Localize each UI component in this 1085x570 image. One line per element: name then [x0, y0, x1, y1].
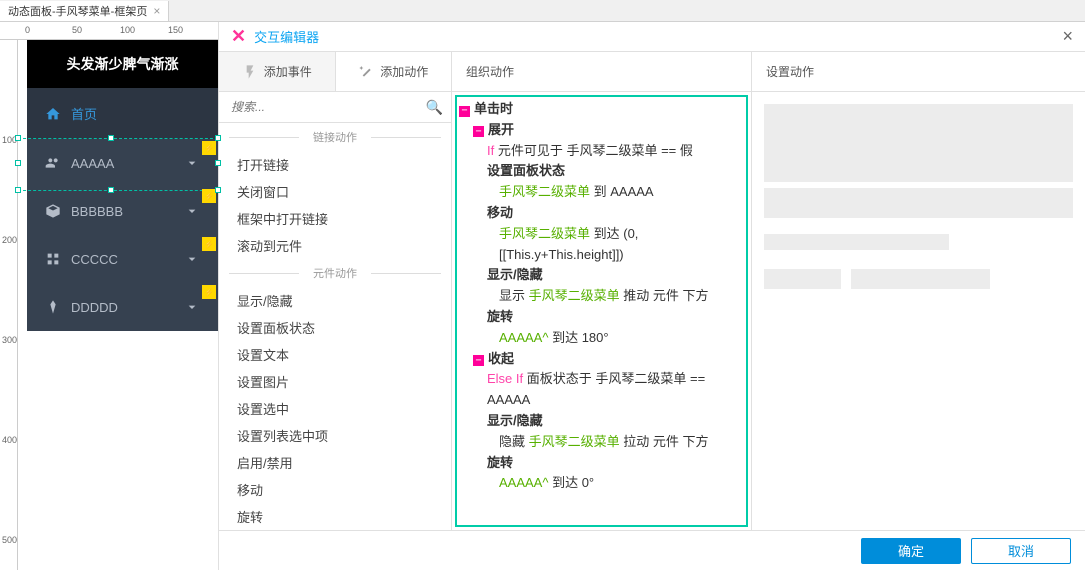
action-item[interactable]: 设置列表选中项	[219, 422, 451, 449]
action-item[interactable]: 启用/禁用	[219, 449, 451, 476]
chevron-down-icon	[184, 203, 200, 219]
grid-icon	[45, 251, 61, 267]
tab-add-action[interactable]: 添加动作	[335, 52, 452, 91]
users-icon	[45, 155, 61, 171]
bolt-icon: ⚡	[202, 285, 216, 299]
ruler-vertical: 100 200 300 400 500	[0, 40, 18, 570]
ok-button[interactable]: 确定	[861, 538, 961, 564]
menu-item-ddddd[interactable]: DDDDD ⚡	[27, 283, 218, 331]
ruler-horizontal: 0 50 100 150	[0, 22, 218, 40]
action-item[interactable]: 滚动到元件	[219, 232, 451, 259]
wand-icon	[358, 64, 374, 80]
organize-actions-header: 组织动作	[452, 52, 751, 92]
search-box: 🔍	[219, 92, 451, 123]
action-item[interactable]: 设置选中	[219, 395, 451, 422]
config-area	[752, 92, 1085, 310]
collapse-icon[interactable]: −	[459, 106, 470, 117]
close-icon[interactable]: ×	[1062, 26, 1073, 47]
action-item[interactable]: 框架中打开链接	[219, 205, 451, 232]
action-tree[interactable]: −单击时 −展开 If 元件可见于 手风琴二级菜单 == 假 设置面板状态 手风…	[455, 95, 748, 527]
lightning-icon	[242, 64, 258, 80]
bolt-icon: ⚡	[202, 189, 216, 203]
action-item[interactable]: 设置图片	[219, 368, 451, 395]
search-input[interactable]	[227, 96, 426, 118]
search-icon[interactable]: 🔍	[426, 99, 443, 116]
home-icon	[45, 106, 61, 122]
action-item[interactable]: 设置面板状态	[219, 314, 451, 341]
collapse-icon[interactable]: −	[473, 355, 484, 366]
cancel-button[interactable]: 取消	[971, 538, 1071, 564]
menu-title: 头发渐少脾气渐涨	[27, 40, 218, 88]
canvas: 0 50 100 150 100 200 300 400 500 头发渐少脾气渐…	[0, 22, 218, 570]
chevron-down-icon	[184, 155, 200, 171]
group-label-link: 链接动作	[219, 123, 451, 151]
bolt-icon: ⚡	[202, 237, 216, 251]
bolt-icon: ⚡	[202, 141, 216, 155]
app-logo: ✕	[231, 26, 246, 47]
menu-item-aaaaa[interactable]: AAAAA ⚡	[27, 139, 218, 187]
interaction-editor-dialog: ✕ 交互编辑器 × 添加事件 添加动作 �	[218, 22, 1085, 570]
menu-item-ccccc[interactable]: CCCCC ⚡	[27, 235, 218, 283]
action-item[interactable]: 设置文本	[219, 341, 451, 368]
action-item[interactable]: 打开链接	[219, 151, 451, 178]
accordion-menu: 首页 AAAAA ⚡	[27, 88, 218, 331]
config-action-header: 设置动作	[752, 52, 1085, 92]
cube-icon	[45, 203, 61, 219]
close-icon[interactable]: ×	[153, 4, 160, 18]
menu-item-home[interactable]: 首页	[27, 88, 218, 139]
menu-item-bbbbbb[interactable]: BBBBBB ⚡	[27, 187, 218, 235]
tab-add-event[interactable]: 添加事件	[219, 52, 335, 91]
chevron-down-icon	[184, 251, 200, 267]
tab-label: 动态面板-手风琴菜单-框架页	[8, 3, 147, 19]
document-tab[interactable]: 动态面板-手风琴菜单-框架页 ×	[0, 1, 169, 21]
action-item[interactable]: 移动	[219, 476, 451, 503]
action-item[interactable]: 显示/隐藏	[219, 287, 451, 314]
collapse-icon[interactable]: −	[473, 126, 484, 137]
chevron-down-icon	[184, 299, 200, 315]
action-item[interactable]: 旋转	[219, 503, 451, 530]
group-label-widget: 元件动作	[219, 259, 451, 287]
top-tab-bar: 动态面板-手风琴菜单-框架页 ×	[0, 0, 1085, 22]
dialog-title: 交互编辑器	[254, 27, 319, 46]
action-item[interactable]: 关闭窗口	[219, 178, 451, 205]
diamond-icon	[45, 299, 61, 315]
